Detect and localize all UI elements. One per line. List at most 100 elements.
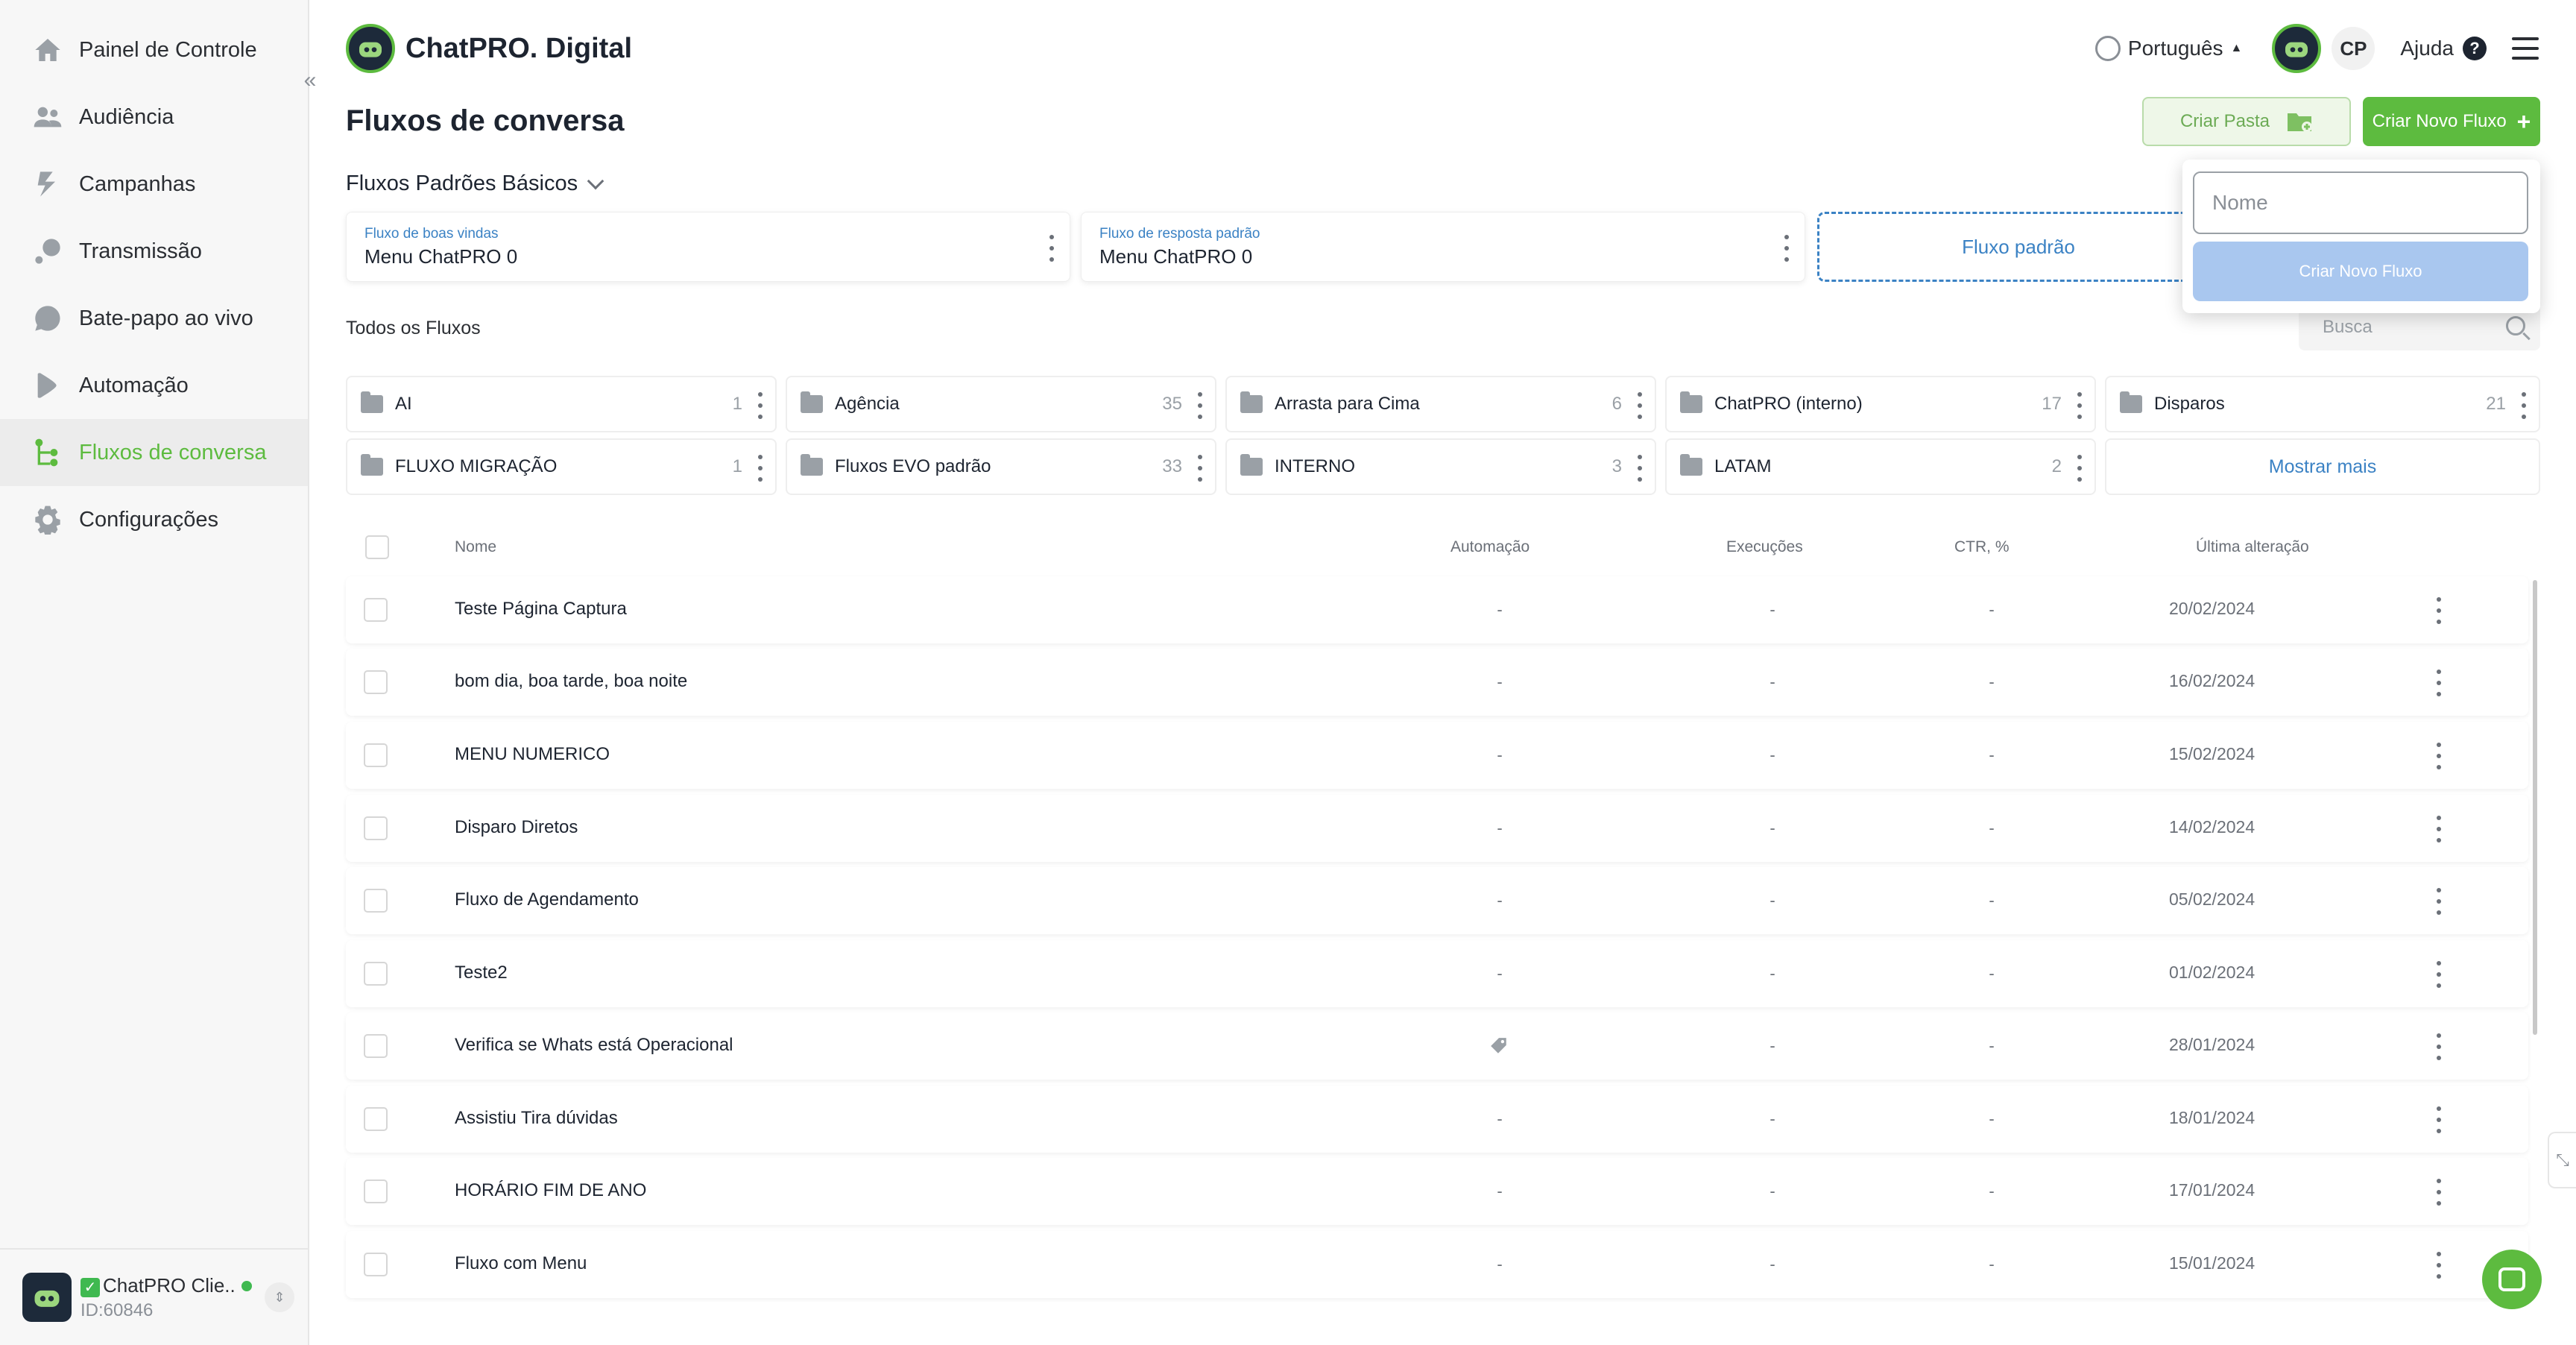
table-row[interactable]: Disparo Diretos - - - 14/02/2024 [346, 795, 2528, 862]
sidebar-item-dashboard[interactable]: Painel de Controle [0, 16, 308, 84]
more-vertical-icon[interactable] [753, 455, 768, 482]
flow-name[interactable]: bom dia, boa tarde, boa noite [455, 671, 687, 692]
row-checkbox[interactable] [364, 670, 388, 694]
column-header-name[interactable]: Nome [455, 538, 496, 556]
sidebar-item-campaigns[interactable]: Campanhas [0, 151, 308, 218]
sidebar-item-settings[interactable]: Configurações [0, 486, 308, 553]
sidebar-item-flows[interactable]: Fluxos de conversa [0, 419, 308, 486]
create-folder-button[interactable]: Criar Pasta [2142, 97, 2351, 146]
basic-flows-toggle[interactable]: Fluxos Padrões Básicos [346, 171, 604, 196]
folder-item[interactable]: Agência 35 [786, 376, 1216, 432]
folder-item[interactable]: Fluxos EVO padrão 33 [786, 438, 1216, 495]
more-vertical-icon[interactable] [2516, 392, 2531, 419]
flow-name[interactable]: Disparo Diretos [455, 817, 578, 838]
row-checkbox[interactable] [364, 1107, 388, 1131]
flow-name[interactable]: Fluxo de Agendamento [455, 889, 639, 910]
create-flow-button[interactable]: Criar Novo Fluxo + [2363, 97, 2540, 146]
more-vertical-icon[interactable] [2431, 743, 2446, 769]
table-row[interactable]: HORÁRIO FIM DE ANO - - - 17/01/2024 [346, 1158, 2528, 1225]
more-vertical-icon[interactable] [2431, 670, 2446, 696]
add-default-flow-card[interactable]: Fluxo padrão [1817, 212, 2220, 282]
column-header-last-modified[interactable]: Última alteração [2196, 538, 2309, 556]
table-row[interactable]: Verifica se Whats está Operacional - - 2… [346, 1012, 2528, 1080]
sidebar-item-broadcast[interactable]: Transmissão [0, 218, 308, 285]
more-vertical-icon[interactable] [753, 392, 768, 419]
column-header-executions[interactable]: Execuções [1726, 538, 1803, 556]
flow-name[interactable]: MENU NUMERICO [455, 744, 610, 765]
more-vertical-icon[interactable] [2431, 961, 2446, 988]
more-vertical-icon[interactable] [2431, 816, 2446, 842]
support-chat-button[interactable] [2482, 1250, 2542, 1309]
folder-item[interactable]: Arrasta para Cima 6 [1225, 376, 1656, 432]
row-checkbox[interactable] [364, 816, 388, 840]
flow-name[interactable]: HORÁRIO FIM DE ANO [455, 1180, 646, 1201]
sidebar-item-live-chat[interactable]: Bate-papo ao vivo [0, 285, 308, 352]
row-checkbox[interactable] [364, 598, 388, 622]
more-vertical-icon[interactable] [1193, 455, 1208, 482]
more-vertical-icon[interactable] [2431, 1252, 2446, 1279]
more-vertical-icon[interactable] [1632, 392, 1647, 419]
collapse-sidebar-icon[interactable]: « [295, 66, 325, 95]
table-row[interactable]: Teste2 - - - 01/02/2024 [346, 940, 2528, 1007]
folder-count: 3 [1611, 456, 1622, 476]
folder-item[interactable]: AI 1 [346, 376, 777, 432]
menu-icon[interactable] [2512, 37, 2539, 60]
row-checkbox[interactable] [364, 1179, 388, 1203]
flow-name[interactable]: Teste2 [455, 963, 508, 983]
help-link[interactable]: Ajuda ? [2400, 37, 2487, 60]
row-checkbox[interactable] [364, 1253, 388, 1276]
flow-name-input[interactable] [2193, 171, 2528, 234]
flow-name[interactable]: Verifica se Whats está Operacional [455, 1035, 733, 1056]
default-reply-flow-card[interactable]: Fluxo de resposta padrão Menu ChatPRO 0 [1081, 212, 1805, 282]
flow-name[interactable]: Teste Página Captura [455, 599, 627, 620]
sidebar-item-label: Automação [79, 373, 189, 397]
more-vertical-icon[interactable] [1632, 455, 1647, 482]
table-row[interactable]: Assistiu Tira dúvidas - - - 18/01/2024 [346, 1086, 2528, 1153]
more-vertical-icon[interactable] [2072, 392, 2087, 419]
table-row[interactable]: Fluxo com Menu - - - 15/01/2024 [346, 1231, 2528, 1298]
more-vertical-icon[interactable] [2431, 1033, 2446, 1060]
language-selector[interactable]: Português ▲ [2094, 36, 2242, 61]
more-vertical-icon[interactable] [2431, 597, 2446, 624]
more-vertical-icon[interactable] [2431, 1179, 2446, 1206]
row-checkbox[interactable] [364, 889, 388, 913]
more-vertical-icon[interactable] [1044, 235, 1059, 262]
updown-icon[interactable]: ⇕ [265, 1282, 294, 1312]
more-vertical-icon[interactable] [1779, 235, 1794, 262]
flow-name[interactable]: Assistiu Tira dúvidas [455, 1108, 618, 1129]
broadcast-icon [31, 235, 64, 268]
brand[interactable]: ChatPRO. Digital [346, 24, 632, 73]
row-checkbox[interactable] [364, 1034, 388, 1058]
folder-item[interactable]: INTERNO 3 [1225, 438, 1656, 495]
more-vertical-icon[interactable] [2431, 1106, 2446, 1133]
folder-item[interactable]: FLUXO MIGRAÇÃO 1 [346, 438, 777, 495]
show-more-folders-button[interactable]: Mostrar mais [2105, 438, 2540, 495]
side-panel-toggle-icon[interactable]: ⤡ [2548, 1132, 2576, 1188]
sidebar-item-automation[interactable]: Automação [0, 352, 308, 419]
folder-item[interactable]: LATAM 2 [1665, 438, 2096, 495]
table-row[interactable]: Teste Página Captura - - - 20/02/2024 [346, 576, 2528, 643]
folder-item[interactable]: ChatPRO (interno) 17 [1665, 376, 2096, 432]
welcome-flow-card[interactable]: Fluxo de boas vindas Menu ChatPRO 0 [346, 212, 1070, 282]
table-row[interactable]: Fluxo de Agendamento - - - 05/02/2024 [346, 867, 2528, 934]
folder-name: FLUXO MIGRAÇÃO [395, 456, 558, 476]
account-switcher[interactable]: ✓ ChatPRO Clie... ID:60846 ⇕ [0, 1248, 308, 1345]
table-row[interactable]: bom dia, boa tarde, boa noite - - - 16/0… [346, 649, 2528, 716]
row-checkbox[interactable] [364, 962, 388, 986]
user-avatar[interactable]: CP [2332, 27, 2375, 70]
column-header-automation[interactable]: Automação [1450, 538, 1530, 556]
table-row[interactable]: MENU NUMERICO - - - 15/02/2024 [346, 722, 2528, 789]
workspace-avatar[interactable] [2272, 24, 2322, 73]
more-vertical-icon[interactable] [2072, 455, 2087, 482]
more-vertical-icon[interactable] [2431, 888, 2446, 915]
folder-item[interactable]: Disparos 21 [2105, 376, 2540, 432]
confirm-create-flow-button[interactable]: Criar Novo Fluxo [2193, 242, 2528, 301]
select-all-checkbox[interactable] [365, 535, 389, 559]
flow-name[interactable]: Fluxo com Menu [455, 1253, 587, 1274]
more-vertical-icon[interactable] [1193, 392, 1208, 419]
row-checkbox[interactable] [364, 743, 388, 767]
sidebar-item-audience[interactable]: Audiência [0, 84, 308, 151]
executions-cell: - [1770, 964, 1775, 983]
table-scrollbar[interactable] [2533, 580, 2537, 1035]
column-header-ctr[interactable]: CTR, % [1954, 538, 2010, 556]
